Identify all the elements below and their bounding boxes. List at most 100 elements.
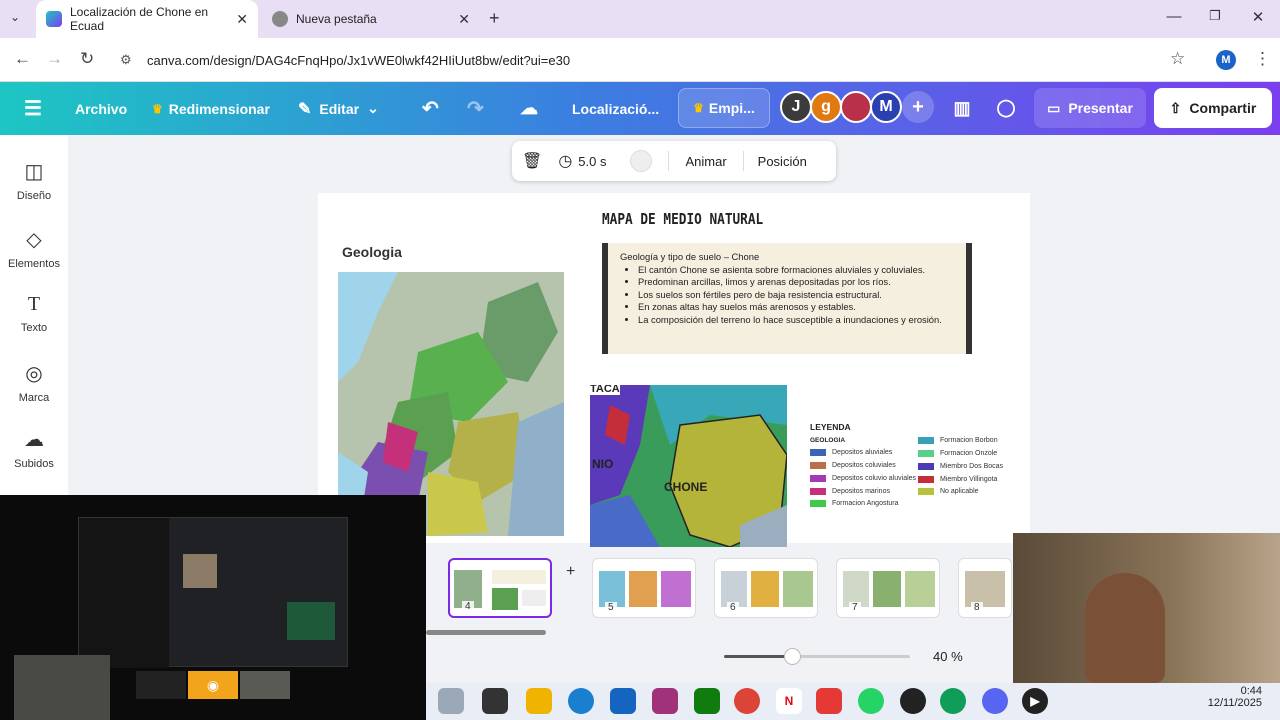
xbox-icon[interactable]: [694, 688, 720, 714]
page-thumbnail[interactable]: 8: [958, 558, 1012, 618]
instagram-icon[interactable]: [652, 688, 678, 714]
bullet-item: Predominan arcillas, limos y arenas depo…: [638, 276, 966, 289]
restore-icon[interactable]: ❐: [1205, 8, 1225, 24]
taskview-icon[interactable]: [438, 688, 464, 714]
page-number: 8: [971, 602, 983, 613]
wps-office-icon[interactable]: [816, 688, 842, 714]
sidebar-item-elementos[interactable]: ◇ Elementos: [0, 227, 68, 270]
redo-icon[interactable]: ↷: [467, 82, 484, 135]
brand-icon: ◎: [25, 363, 43, 385]
url-input[interactable]: ⚙ canva.com/design/DAG4cFnqHpo/Jx1vWE0lw…: [112, 44, 1202, 76]
undo-icon[interactable]: ↶: [422, 82, 439, 135]
legend-item: Formacion Borbon: [918, 437, 998, 444]
map-legend[interactable]: LEYENDA GEOLOGIA Depositos aluviales Dep…: [796, 419, 1022, 523]
minimize-icon[interactable]: —: [1164, 8, 1184, 25]
presentar-button[interactable]: ▭ Presentar: [1034, 88, 1146, 128]
terminal-icon[interactable]: [482, 688, 508, 714]
legend-item: Depositos coluviales: [810, 462, 896, 469]
bookmark-star-icon[interactable]: ☆: [1170, 49, 1185, 69]
page-number: 7: [849, 602, 861, 613]
sidebar-item-marca[interactable]: ◎ Marca: [0, 361, 68, 404]
archivo-button[interactable]: Archivo: [75, 82, 127, 135]
add-page-plus-icon[interactable]: +: [566, 563, 575, 581]
sidebar-item-label: Marca: [18, 392, 50, 404]
editar-button[interactable]: ✎ Editar ⌄: [298, 82, 379, 135]
crown-icon: ♛: [693, 101, 704, 115]
profile-avatar[interactable]: M: [1216, 50, 1236, 70]
redimensionar-button[interactable]: ♛ Redimensionar: [152, 82, 270, 135]
sidebar-item-label: Elementos: [8, 258, 60, 270]
clock-icon: ◷: [558, 153, 573, 170]
collaborator-photo-avatar[interactable]: [840, 91, 872, 123]
compartir-button[interactable]: ⇧ Compartir: [1154, 88, 1272, 128]
shared-screen-sidebar: [79, 518, 169, 668]
discord-icon[interactable]: [982, 688, 1008, 714]
text-box-heading: Geología y tipo de suelo – Chone: [620, 251, 760, 262]
page-thumbnail-selected[interactable]: 4: [448, 558, 552, 618]
duration-button[interactable]: ◷ 5.0 s: [558, 151, 606, 171]
close-window-icon[interactable]: ✕: [1248, 8, 1268, 26]
sidebar-item-label: Texto: [20, 322, 48, 334]
bullet-item: El cantón Chone se asienta sobre formaci…: [638, 264, 966, 277]
zoom-slider-handle[interactable]: [784, 648, 801, 665]
new-tab-plus-icon[interactable]: +: [489, 8, 500, 29]
edge-icon[interactable]: [568, 688, 594, 714]
tab-new-tab[interactable]: Nueva pestaña ✕: [262, 0, 480, 38]
chrome-icon[interactable]: [734, 688, 760, 714]
chone-geology-map-image[interactable]: CHONE TACA NIO: [590, 385, 787, 547]
posicion-button[interactable]: Posición: [758, 154, 807, 169]
slide-left-heading[interactable]: Geologia: [342, 244, 402, 260]
color-swatch[interactable]: [630, 150, 653, 172]
upload-cloud-icon: ☁: [24, 429, 44, 451]
whatsapp-icon[interactable]: [858, 688, 884, 714]
shared-screen-thumbnail: [78, 517, 348, 668]
sidebar-item-diseno[interactable]: ◫ Diseño: [0, 159, 68, 202]
tab-canva-design[interactable]: Localización de Chone en Ecuad ✕: [36, 0, 258, 38]
forward-icon[interactable]: →: [46, 49, 63, 69]
empieza-button[interactable]: ♛ Empi...: [678, 88, 770, 128]
page-number: 5: [605, 602, 617, 613]
chrome-profile-icon[interactable]: [940, 688, 966, 714]
reload-icon[interactable]: ↻: [80, 49, 94, 69]
shared-screen-image: [183, 554, 217, 588]
browser-menu-icon[interactable]: ⋮: [1254, 49, 1271, 69]
document-title[interactable]: Localizació...: [572, 82, 659, 135]
trash-icon[interactable]: 🗑: [522, 151, 542, 171]
filmstrip-scrollbar[interactable]: [426, 630, 546, 635]
close-tab-icon[interactable]: ✕: [236, 11, 248, 28]
add-collaborator-plus-icon[interactable]: +: [902, 91, 934, 123]
close-tab-icon[interactable]: ✕: [458, 11, 470, 28]
zoom-slider-track[interactable]: [724, 655, 910, 658]
collaborator-avatar[interactable]: g: [810, 91, 842, 123]
store-icon[interactable]: [610, 688, 636, 714]
page-thumbnail[interactable]: 6: [714, 558, 818, 618]
sidebar-item-subidos[interactable]: ☁ Subidos: [0, 427, 68, 470]
site-info-icon[interactable]: ⚙: [120, 52, 132, 68]
back-icon[interactable]: ←: [14, 49, 31, 69]
page-thumbnail[interactable]: 7: [836, 558, 940, 618]
tab-search-chevron-icon[interactable]: ⌄: [10, 10, 20, 24]
empieza-label: Empi...: [708, 100, 755, 116]
menu-hamburger-icon[interactable]: ☰: [24, 82, 42, 135]
cloud-save-icon[interactable]: ☁: [520, 82, 538, 135]
media-player-icon[interactable]: ▶: [1022, 688, 1048, 714]
netflix-icon[interactable]: N: [776, 688, 802, 714]
zoom-value[interactable]: 40 %: [933, 649, 963, 664]
file-explorer-icon[interactable]: [526, 688, 552, 714]
page-thumbnail[interactable]: 5: [592, 558, 696, 618]
collaborator-avatar[interactable]: M: [870, 91, 902, 123]
thumbnail-graphic: [965, 571, 1005, 607]
legend-item: Depositos coluvio aluviales: [810, 475, 916, 482]
obs-icon[interactable]: [900, 688, 926, 714]
slide-title[interactable]: MAPA DE MEDIO NATURAL: [602, 210, 763, 228]
page-number: 4: [462, 601, 474, 612]
taskbar-clock[interactable]: 0:44 12/11/2025: [1206, 685, 1262, 709]
comments-icon[interactable]: ◯: [990, 88, 1022, 128]
collaborator-avatar[interactable]: J: [780, 91, 812, 123]
shapes-icon: ◇: [26, 229, 42, 251]
sidebar-item-label: Diseño: [16, 190, 52, 202]
analytics-icon[interactable]: ▥: [946, 88, 978, 128]
geology-text-box[interactable]: Geología y tipo de suelo – Chone El cant…: [602, 243, 972, 354]
animar-button[interactable]: Animar: [685, 154, 726, 169]
sidebar-item-texto[interactable]: T Texto: [0, 293, 68, 334]
